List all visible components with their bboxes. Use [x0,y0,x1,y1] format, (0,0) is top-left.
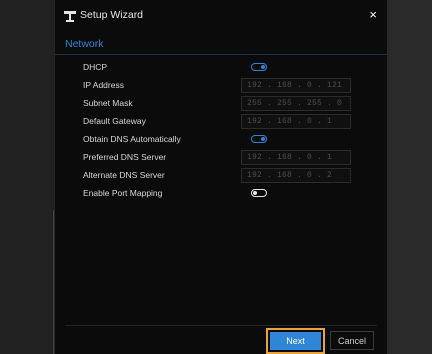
tab-divider [55,54,387,55]
next-button[interactable]: Next [270,332,321,350]
default-gateway-field[interactable]: 192 . 168 . 0 . 1 [241,114,351,129]
setting-label: Subnet Mask [83,98,133,108]
setting-label: Enable Port Mapping [83,188,163,198]
setting-label: DHCP [83,62,108,72]
toggle-knob [261,65,265,69]
obtain-dns-toggle[interactable] [251,135,267,143]
setup-wizard-dialog: Setup Wizard × Network DHCP IP Address 1… [54,0,388,354]
preferred-dns-field[interactable]: 192 . 168 . 0 . 1 [241,150,351,165]
dialog-title: Setup Wizard [80,9,144,21]
port-mapping-toggle[interactable] [251,189,267,197]
close-icon[interactable]: × [369,8,377,22]
wizard-icon [63,9,77,23]
alternate-dns-field[interactable]: 192 . 168 . 0 . 2 [241,168,351,183]
setting-label: Alternate DNS Server [83,170,165,180]
setting-row-ip-address: IP Address 192 . 168 . 0 . 121 [55,77,387,95]
backdrop-left [0,0,52,354]
ip-address-field[interactable]: 192 . 168 . 0 . 121 [241,78,351,93]
next-button-highlight: Next [266,328,325,354]
setting-label: IP Address [83,80,124,90]
setting-row-default-gateway: Default Gateway 192 . 168 . 0 . 1 [55,113,387,131]
setting-row-obtain-dns: Obtain DNS Automatically [55,131,387,149]
toggle-knob [253,191,257,195]
setting-row-preferred-dns: Preferred DNS Server 192 . 168 . 0 . 1 [55,149,387,167]
toggle-knob [261,137,265,141]
setting-row-dhcp: DHCP [55,59,387,77]
dhcp-toggle[interactable] [251,63,267,71]
tab-network[interactable]: Network [65,38,104,50]
setting-row-port-mapping: Enable Port Mapping [55,185,387,203]
setting-row-subnet-mask: Subnet Mask 255 . 255 . 255 . 0 [55,95,387,113]
setting-label: Obtain DNS Automatically [83,134,181,144]
setting-label: Preferred DNS Server [83,152,167,162]
setting-row-alternate-dns: Alternate DNS Server 192 . 168 . 0 . 2 [55,167,387,185]
cancel-button[interactable]: Cancel [330,331,374,350]
title-bar: Setup Wizard × [55,0,387,32]
subnet-mask-field[interactable]: 255 . 255 . 255 . 0 [241,96,351,111]
footer-divider [65,325,377,326]
backdrop-right [387,0,432,354]
setting-label: Default Gateway [83,116,146,126]
